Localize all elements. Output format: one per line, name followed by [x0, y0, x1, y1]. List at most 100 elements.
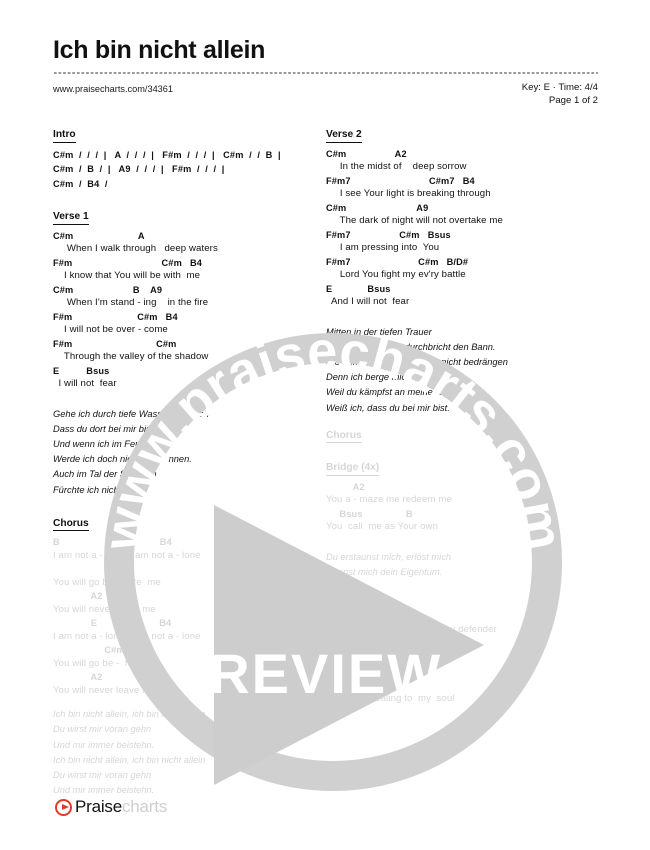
chord-lyric-row: B B4 I am not a - lone, I am not a - lon… [53, 536, 325, 562]
chorus-heading: Chorus [53, 518, 89, 532]
verse1-translation: Gehe ich durch tiefe Wasser, weiß ich Da… [53, 407, 325, 498]
section-verse-2: Verse 2 C#m A2 In the midst of deep sorr… [326, 124, 598, 309]
lyric-line: I see Your light is breaking through [326, 188, 491, 199]
translation-line: Mitten in der tiefen Trauer [326, 326, 432, 337]
chord-line: B B4 [53, 537, 172, 548]
chord-line: F#m C#m B4 [53, 311, 178, 322]
intro-lines: C#m / / / | A / / / | F#m / / / | C#m / … [53, 148, 325, 192]
logo-praise-text: Praise [75, 797, 122, 816]
lyric-line: In the midst of deep sorrow [326, 161, 467, 172]
chord-line: C#m A2 [326, 148, 407, 159]
chord-line: E Bsus [53, 365, 110, 376]
praisecharts-logo: Praisecharts [55, 797, 167, 817]
translation-line: Fürchte ich nichts. [53, 484, 129, 495]
chord-line: C#m A9 [326, 202, 429, 213]
chord-lyric-row: C#m A9 The dark of night will not overta… [326, 202, 598, 228]
chord-line: Bsus B [326, 508, 413, 519]
lyric-line: You bring healing to my soul [326, 692, 455, 704]
bridge-rows: A2 You a - maze me redeem me Bsus B You … [326, 481, 598, 534]
chord-lyric-row: F#m7 C#m7 B4 I see Your light is breakin… [326, 175, 598, 201]
chord-lyric-row: F#m C#m Through the valley of the shadow [53, 338, 325, 364]
translation-line: Dass du dort bei mir bist. [53, 423, 156, 434]
chord-lyric-row: A2 You a - maze me redeem me [326, 481, 598, 507]
lyric-line: And I will not fear [326, 296, 410, 307]
lyric-line: I will not be over - come [53, 324, 168, 335]
translation-line: Die dunkle Nacht wird mich nicht bedräng… [326, 356, 508, 367]
lyric-line: When I walk through deep waters [53, 243, 218, 254]
lyric-line: You will never leave me [53, 684, 156, 696]
chord-lyric-row: F#m7 C#m Bsus I am pressing into You [326, 229, 598, 255]
lyric-line: I am not a - lone, I am not a - lone [53, 630, 201, 642]
chord-lyric-row: C#m B You calm the storm [326, 637, 598, 663]
chord-chart-page: Ich bin nicht allein www.praisecharts.co… [0, 0, 650, 850]
chord-lyric-row: E Bsus And I will not fear [326, 283, 598, 309]
lyric-line: You calm the storm [326, 650, 410, 662]
chord-line: E Bsus [326, 283, 391, 294]
play-circle-icon [55, 798, 72, 816]
section-verse-1: Verse 1 C#m A When I walk through deep w… [53, 206, 325, 391]
lyric-line: I am pressing into You [326, 242, 440, 253]
translation-line: Werde ich doch nicht verbrennen. [53, 454, 192, 465]
section-chorus-reference: Chorus [326, 425, 598, 449]
verse1-rows: C#m A When I walk through deep waters F#… [53, 230, 325, 391]
chord-line: F#m7 C#m Bsus [326, 229, 451, 240]
translation-line: Und mir immer beistehn. [53, 739, 155, 750]
verse1-heading: Verse 1 [53, 211, 89, 225]
chord-lyric-row: C#m B A9 When I'm stand - ing in the fir… [53, 284, 325, 310]
intro-heading: Intro [53, 129, 76, 143]
verse2-translation: Mitten in der tiefen Trauer Seh ich: dei… [326, 325, 598, 416]
chord-line: F#m C#m [53, 338, 177, 349]
chord-line: F#m7 C#m B/D# [326, 256, 469, 267]
lyric-line: Through the valley of the shadow [53, 351, 209, 362]
translation-line: Weiß ich, dass du bei mir bist. [326, 402, 450, 413]
chord-lyric-row: C#m7 You will go be - fore me [53, 563, 325, 589]
translation-line: Weil du kämpfst an meiner Seite [326, 387, 460, 398]
lyric-line: When I'm stand - ing in the fire [53, 297, 209, 308]
logo-charts-text: charts [122, 797, 168, 816]
translation-line: Ich bin nicht allein, ich bin nicht alle… [53, 709, 206, 720]
chord-line: E B4 [53, 618, 172, 629]
chorus-reference-heading: Chorus [326, 430, 362, 444]
logo-wordmark: Praisecharts [75, 797, 167, 817]
intro-line: C#m / B4 / [53, 178, 108, 189]
lyric-line: I am not a - lone, I am not a - lone [53, 549, 201, 561]
chord-line: A2 [53, 591, 103, 602]
section-chorus: Chorus B B4 I am not a - lone, I am not … [53, 513, 325, 698]
lyric-line: You will never leave me [53, 603, 156, 615]
chorus-translation: Ich bin nicht allein, ich bin nicht alle… [53, 707, 325, 798]
chord-line: F#m C#m B4 [53, 257, 203, 268]
translation-line: Nennst mich dein Eigentum. [326, 566, 443, 577]
lyric-line: You a - maze me redeem me [326, 494, 452, 506]
chord-line: C#m B [326, 638, 419, 649]
chord-line: C#m B A9 [53, 284, 163, 295]
lyric-line: You will go be - fore me [53, 657, 161, 669]
chord-lyric-row: C#m7 You will go be - fore me [53, 644, 325, 670]
lyric-line: I know that You will be with me [53, 270, 201, 281]
translation-line: Gehe ich durch tiefe Wasser, weiß ich [53, 408, 209, 419]
intro-line: C#m / B / | A9 / / / | F#m / / / | [53, 164, 225, 174]
bridge-heading: Bridge (4x) [326, 462, 380, 476]
chart-body: Intro C#m / / / | A / / / | F#m / / / | … [0, 0, 650, 850]
chord-lyric-row: C#m A2 In the midst of deep sorrow [326, 148, 598, 174]
translation-line: Du wirst mir voran gehn [53, 770, 152, 781]
section-intro: Intro C#m / / / | A / / / | F#m / / / | … [53, 124, 325, 191]
chord-lyric-row: F#m7 C#m B/D# Lord You fight my ev'ry ba… [326, 256, 598, 282]
chord-lyric-row: F#m C#m B4 I will not be over - come [53, 311, 325, 337]
chord-lyric-row: A2 You will never leave me [53, 671, 325, 697]
lyric-line: I will not fear [53, 378, 117, 389]
chord-lyric-row: E Bsus I will not fear [53, 365, 325, 391]
chord-line: C#m A [53, 230, 145, 241]
translation-line: Du erstaunst mich, erlöst mich [326, 551, 452, 562]
section-ending: A2 You're my strength, You're my defende… [326, 610, 598, 705]
translation-line: Und wenn ich im Feuer steh [53, 438, 169, 449]
chorus-rows: B B4 I am not a - lone, I am not a - lon… [53, 536, 325, 697]
lyric-line: Lord You fight my ev'ry battle [326, 269, 466, 280]
chord-line: C#m7 [53, 645, 130, 656]
intro-line: C#m / / / | A / / / | F#m / / / | C#m / … [53, 149, 281, 160]
chord-lyric-row: Bsus You bring healing to my soul [326, 679, 598, 705]
chord-line: Bsus [326, 680, 409, 691]
chord-line: A2 [53, 672, 103, 683]
left-column: Intro C#m / / / | A / / / | F#m / / / | … [53, 124, 325, 798]
translation-line: Seh ich: dein Licht durchbricht den Bann… [326, 341, 496, 352]
section-bridge: Bridge (4x) A2 You a - maze me redeem me… [326, 457, 598, 534]
